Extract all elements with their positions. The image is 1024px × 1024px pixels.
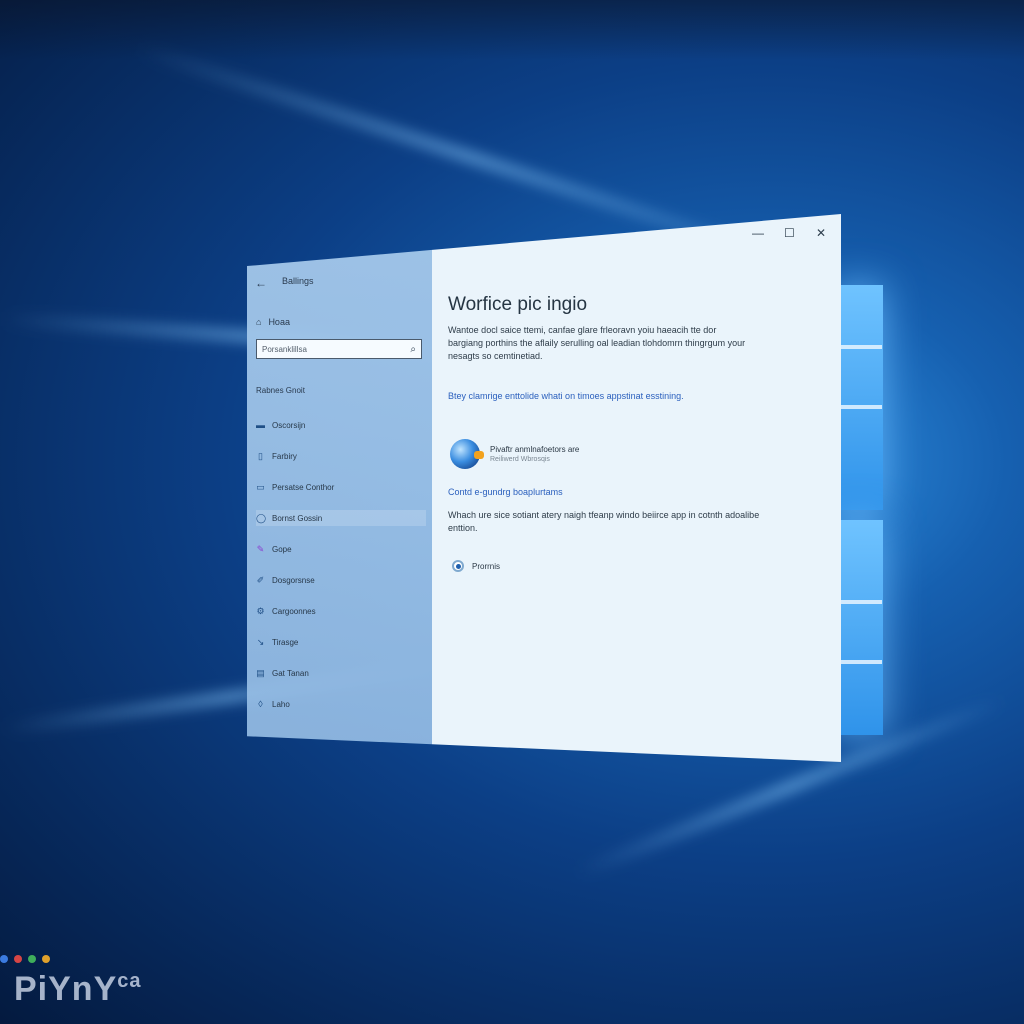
related-settings-link[interactable]: Contd e-gundrg boaplurtams	[448, 487, 563, 497]
watermark-text: PiYnY	[14, 970, 118, 1008]
radio-option[interactable]: Prorrnis	[452, 560, 500, 572]
palette-icon: ✎	[256, 543, 265, 554]
radio-label: Prorrnis	[472, 561, 501, 571]
sidebar-item-storage[interactable]: ▤ Gat Tanan	[256, 665, 426, 681]
sidebar-item-file[interactable]: ▯ Farbiry	[256, 448, 426, 464]
sidebar-item-label: Persatse Conthor	[272, 482, 335, 492]
sidebar-item-label: Oscorsijn	[272, 420, 306, 430]
windows-logo-divider	[840, 600, 882, 604]
watermark-suffix: ca	[117, 970, 142, 992]
sidebar-item-home[interactable]: ⌂ Hoaa	[256, 317, 290, 327]
windows-logo-divider	[840, 405, 882, 409]
sidebar: ← Ballings ⌂ Hoaa Porsanklillsa ⌕ Rabnes…	[247, 214, 432, 762]
search-placeholder: Porsanklillsa	[262, 344, 307, 354]
window-title: Ballings	[282, 276, 314, 286]
sidebar-item-label: Gat Tanan	[272, 668, 309, 678]
sidebar-item-label: Bornst Gossin	[272, 513, 323, 523]
sidebar-item-lock-2[interactable]: ◊ Laho	[256, 696, 426, 712]
search-input[interactable]: Porsanklillsa ⌕	[256, 339, 422, 359]
brush-icon: ✐	[256, 574, 265, 585]
gear-icon: ⚙	[256, 605, 265, 616]
back-arrow-icon[interactable]: ←	[255, 276, 267, 290]
storage-icon: ▤	[256, 667, 265, 678]
app-entry[interactable]: Pivaftr anmlnafoetors are Reiliwerd Wbro…	[450, 439, 579, 469]
taskbar-icon[interactable]	[28, 955, 36, 963]
windows-logo-pane	[835, 520, 883, 735]
sidebar-item-label: Farbiry	[272, 451, 297, 461]
close-button[interactable]: ✕	[816, 226, 826, 240]
sidebar-item-lock[interactable]: ◯ Bornst Gossin	[256, 510, 426, 526]
sidebar-item-display[interactable]: ▬ Oscorsijn	[256, 417, 426, 433]
file-icon: ▯	[258, 450, 263, 461]
settings-window-stage: ← Ballings ⌂ Hoaa Porsanklillsa ⌕ Rabnes…	[247, 214, 841, 762]
window-icon: ▭	[256, 481, 265, 492]
watermark: PiYnYca	[14, 970, 142, 1009]
sidebar-item-label: Hoaa	[268, 317, 290, 327]
app-name: Pivaftr anmlnafoetors are	[490, 445, 580, 454]
sidebar-item-palette[interactable]: ✎ Gope	[256, 541, 426, 557]
lock-icon: ◊	[258, 699, 263, 709]
sidebar-item-label: Dosgorsnse	[272, 575, 315, 585]
related-description: Whach ure sice sotiant atery naigh tfean…	[448, 510, 760, 533]
settings-window: ← Ballings ⌂ Hoaa Porsanklillsa ⌕ Rabnes…	[247, 214, 841, 762]
radio-dot	[455, 563, 461, 569]
sidebar-item-label: Tirasge	[272, 637, 299, 647]
windows-logo-divider	[840, 345, 882, 349]
windows-logo-divider	[840, 660, 882, 664]
sidebar-item-gear[interactable]: ⚙ Cargoonnes	[256, 603, 426, 619]
radio-button[interactable]	[452, 560, 464, 572]
sidebar-item-label: Laho	[272, 699, 290, 709]
tools-icon: ↘	[256, 636, 265, 647]
page-title: Worfice pic ingio	[448, 294, 588, 315]
lock-icon: ◯	[256, 512, 267, 523]
minimize-button[interactable]: —	[752, 226, 764, 240]
content-pane: — ☐ ✕ Worfice pic ingio Wantoe docl saic…	[432, 214, 841, 762]
app-globe-icon	[450, 439, 484, 469]
sidebar-item-tools[interactable]: ↘ Tirasge	[256, 634, 426, 650]
search-icon: ⌕	[410, 343, 416, 355]
maximize-button[interactable]: ☐	[784, 226, 795, 240]
app-subtitle: Reiliwerd Wbrosqis	[490, 456, 550, 463]
home-icon: ⌂	[256, 317, 262, 327]
sidebar-item-window[interactable]: ▭ Persatse Conthor	[256, 479, 426, 495]
sidebar-item-label: Gope	[272, 544, 292, 554]
taskbar-icons	[0, 955, 50, 963]
taskbar-icon[interactable]	[0, 955, 8, 963]
sidebar-section-label: Rabnes Gnoit	[256, 386, 305, 395]
taskbar-icon[interactable]	[42, 955, 50, 963]
sidebar-item-label: Cargoonnes	[272, 606, 316, 616]
display-icon: ▬	[256, 420, 265, 430]
description-text: Wantoe docl saice ttemi, canfae glare fr…	[448, 325, 746, 361]
taskbar-icon[interactable]	[14, 955, 22, 963]
sidebar-item-brush[interactable]: ✐ Dosgorsnse	[256, 572, 426, 588]
settings-link[interactable]: Btey clamrige enttolide whati on timoes …	[448, 391, 684, 401]
windows-logo-pane	[835, 285, 883, 510]
